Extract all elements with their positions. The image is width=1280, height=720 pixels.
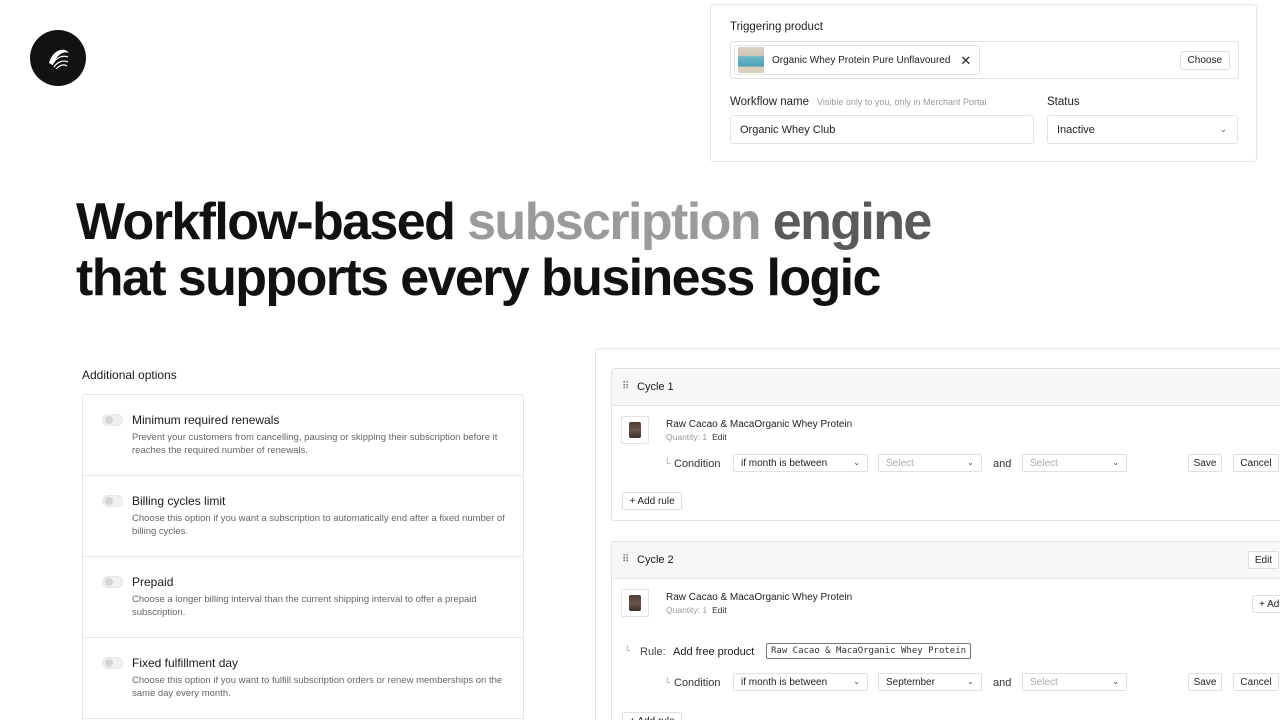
page-headline: Workflow-based subscription engine that … (76, 193, 933, 307)
option-fixed-fulfillment-day: Fixed fulfillment day Choose this option… (83, 638, 523, 719)
workflow-name-label-text: Workflow name (730, 96, 810, 108)
add-rule-button[interactable]: + Add rule (622, 712, 682, 720)
product-selector: Organic Whey Protein Pure Unflavoured ✕ … (730, 41, 1239, 79)
headline-line-2: that supports every business logic (76, 249, 881, 307)
option-description: Prevent your customers from cancelling, … (132, 432, 498, 456)
add-button[interactable]: + Ad (1252, 595, 1280, 613)
product-chip[interactable]: Organic Whey Protein Pure Unflavoured ✕ (734, 45, 980, 75)
cycle-item-quantity: Quantity: 1 Edit (666, 432, 727, 442)
headline-line-1: Workflow-based subscription engine (76, 193, 933, 251)
option-title: Fixed fulfillment day (132, 656, 239, 670)
status-label: Status (1047, 96, 1080, 108)
triggering-product-card: Triggering product Organic Whey Protein … (710, 4, 1257, 162)
month-to-select[interactable]: Select ⌄ (1022, 673, 1127, 691)
tree-branch-icon: └ (664, 677, 671, 687)
cancel-button[interactable]: Cancel (1233, 673, 1279, 691)
save-button[interactable]: Save (1188, 673, 1222, 691)
workflow-name-hint: Visible only to you, only in Merchant Po… (817, 97, 987, 107)
product-thumbnail (738, 47, 764, 73)
workflow-name-input[interactable]: Organic Whey Club (730, 115, 1034, 144)
choose-button[interactable]: Choose (1179, 51, 1230, 70)
chevron-down-icon: ⌄ (1112, 677, 1119, 686)
cycle-item-title: Raw Cacao & MacaOrganic Whey Protein (666, 419, 853, 430)
cycle-2-card: ⠿ Cycle 2 Edit Raw Cacao & MacaOrganic W… (611, 541, 1280, 720)
minimum-renewals-toggle[interactable] (102, 414, 123, 426)
status-value: Inactive (1057, 123, 1095, 136)
select-value: Select (886, 457, 914, 469)
product-thumbnail (621, 589, 649, 617)
brand-logo[interactable] (30, 30, 86, 86)
option-title: Billing cycles limit (132, 494, 226, 508)
quantity-text: Quantity: 1 (666, 605, 708, 615)
additional-options-card: Minimum required renewals Prevent your c… (82, 394, 524, 720)
brand-mark-icon (49, 49, 69, 70)
cycle-1-header: ⠿ Cycle 1 (612, 369, 1280, 406)
condition-label: Condition (674, 458, 721, 470)
additional-options-title: Additional options (82, 368, 177, 382)
and-label: and (993, 458, 1012, 470)
cycle-2-title: Cycle 2 (637, 554, 674, 566)
chevron-down-icon: ⌄ (1219, 124, 1227, 134)
tree-branch-icon: └ (624, 645, 631, 655)
option-title: Prepaid (132, 575, 174, 589)
product-name: Organic Whey Protein Pure Unflavoured (772, 54, 951, 66)
triggering-product-label: Triggering product (730, 21, 823, 33)
edit-item-link[interactable]: Edit (712, 605, 727, 615)
cycle-2-header: ⠿ Cycle 2 Edit (612, 542, 1280, 579)
select-value: if month is between (741, 676, 828, 688)
edit-cycle-button[interactable]: Edit (1248, 551, 1279, 569)
product-thumbnail (621, 416, 649, 444)
chevron-down-icon: ⌄ (967, 458, 974, 467)
option-description: Choose this option if you want to fulfil… (132, 675, 503, 699)
billing-cycles-limit-toggle[interactable] (102, 495, 123, 507)
cycle-item-quantity: Quantity: 1 Edit (666, 605, 727, 615)
select-value: Select (1030, 457, 1058, 469)
cycle-item-title: Raw Cacao & MacaOrganic Whey Protein (666, 592, 853, 603)
drag-handle-icon[interactable]: ⠿ (622, 381, 629, 392)
cycle-1-title: Cycle 1 (637, 381, 674, 393)
condition-type-select[interactable]: if month is between ⌄ (733, 673, 868, 691)
chevron-down-icon: ⌄ (967, 677, 974, 686)
rule-action: Add free product (673, 646, 755, 658)
headline-part-3: engine (759, 193, 933, 251)
workflow-name-label: Workflow name Visible only to you, only i… (730, 96, 986, 108)
month-to-select[interactable]: Select ⌄ (1022, 454, 1127, 472)
select-value: Select (1030, 676, 1058, 688)
option-description: Choose this option if you want a subscri… (132, 513, 505, 537)
headline-part-1: Workflow-based (76, 193, 468, 251)
rule-label: Rule: (640, 646, 666, 658)
chevron-down-icon: ⌄ (853, 677, 860, 686)
option-title: Minimum required renewals (132, 413, 280, 427)
month-from-select[interactable]: September ⌄ (878, 673, 982, 691)
tree-branch-icon: └ (664, 458, 671, 468)
option-prepaid: Prepaid Choose a longer billing interval… (83, 557, 523, 638)
status-select[interactable]: Inactive ⌄ (1047, 115, 1238, 144)
condition-label: Condition (674, 677, 721, 689)
month-from-select[interactable]: Select ⌄ (878, 454, 982, 472)
workflow-name-value: Organic Whey Club (740, 123, 836, 136)
drag-handle-icon[interactable]: ⠿ (622, 554, 629, 565)
edit-item-link[interactable]: Edit (712, 432, 727, 442)
cycle-1-card: ⠿ Cycle 1 Raw Cacao & MacaOrganic Whey P… (611, 368, 1280, 521)
select-value: if month is between (741, 457, 828, 469)
fixed-fulfillment-day-toggle[interactable] (102, 657, 123, 669)
close-icon[interactable]: ✕ (960, 54, 971, 67)
cycles-panel: ⠿ Cycle 1 Raw Cacao & MacaOrganic Whey P… (595, 348, 1280, 720)
option-description: Choose a longer billing interval than th… (132, 594, 477, 618)
chevron-down-icon: ⌄ (1112, 458, 1119, 467)
cancel-button[interactable]: Cancel (1233, 454, 1279, 472)
save-button[interactable]: Save (1188, 454, 1222, 472)
select-value: September (886, 676, 935, 688)
option-minimum-renewals: Minimum required renewals Prevent your c… (83, 395, 523, 476)
option-billing-cycles-limit: Billing cycles limit Choose this option … (83, 476, 523, 557)
chevron-down-icon: ⌄ (853, 458, 860, 467)
add-rule-button[interactable]: + Add rule (622, 492, 682, 510)
prepaid-toggle[interactable] (102, 576, 123, 588)
headline-part-2: subscription (467, 193, 761, 251)
quantity-text: Quantity: 1 (666, 432, 708, 442)
condition-type-select[interactable]: if month is between ⌄ (733, 454, 868, 472)
rule-product-chip[interactable]: Raw Cacao & MacaOrganic Whey Protein (766, 643, 972, 659)
and-label: and (993, 677, 1012, 689)
